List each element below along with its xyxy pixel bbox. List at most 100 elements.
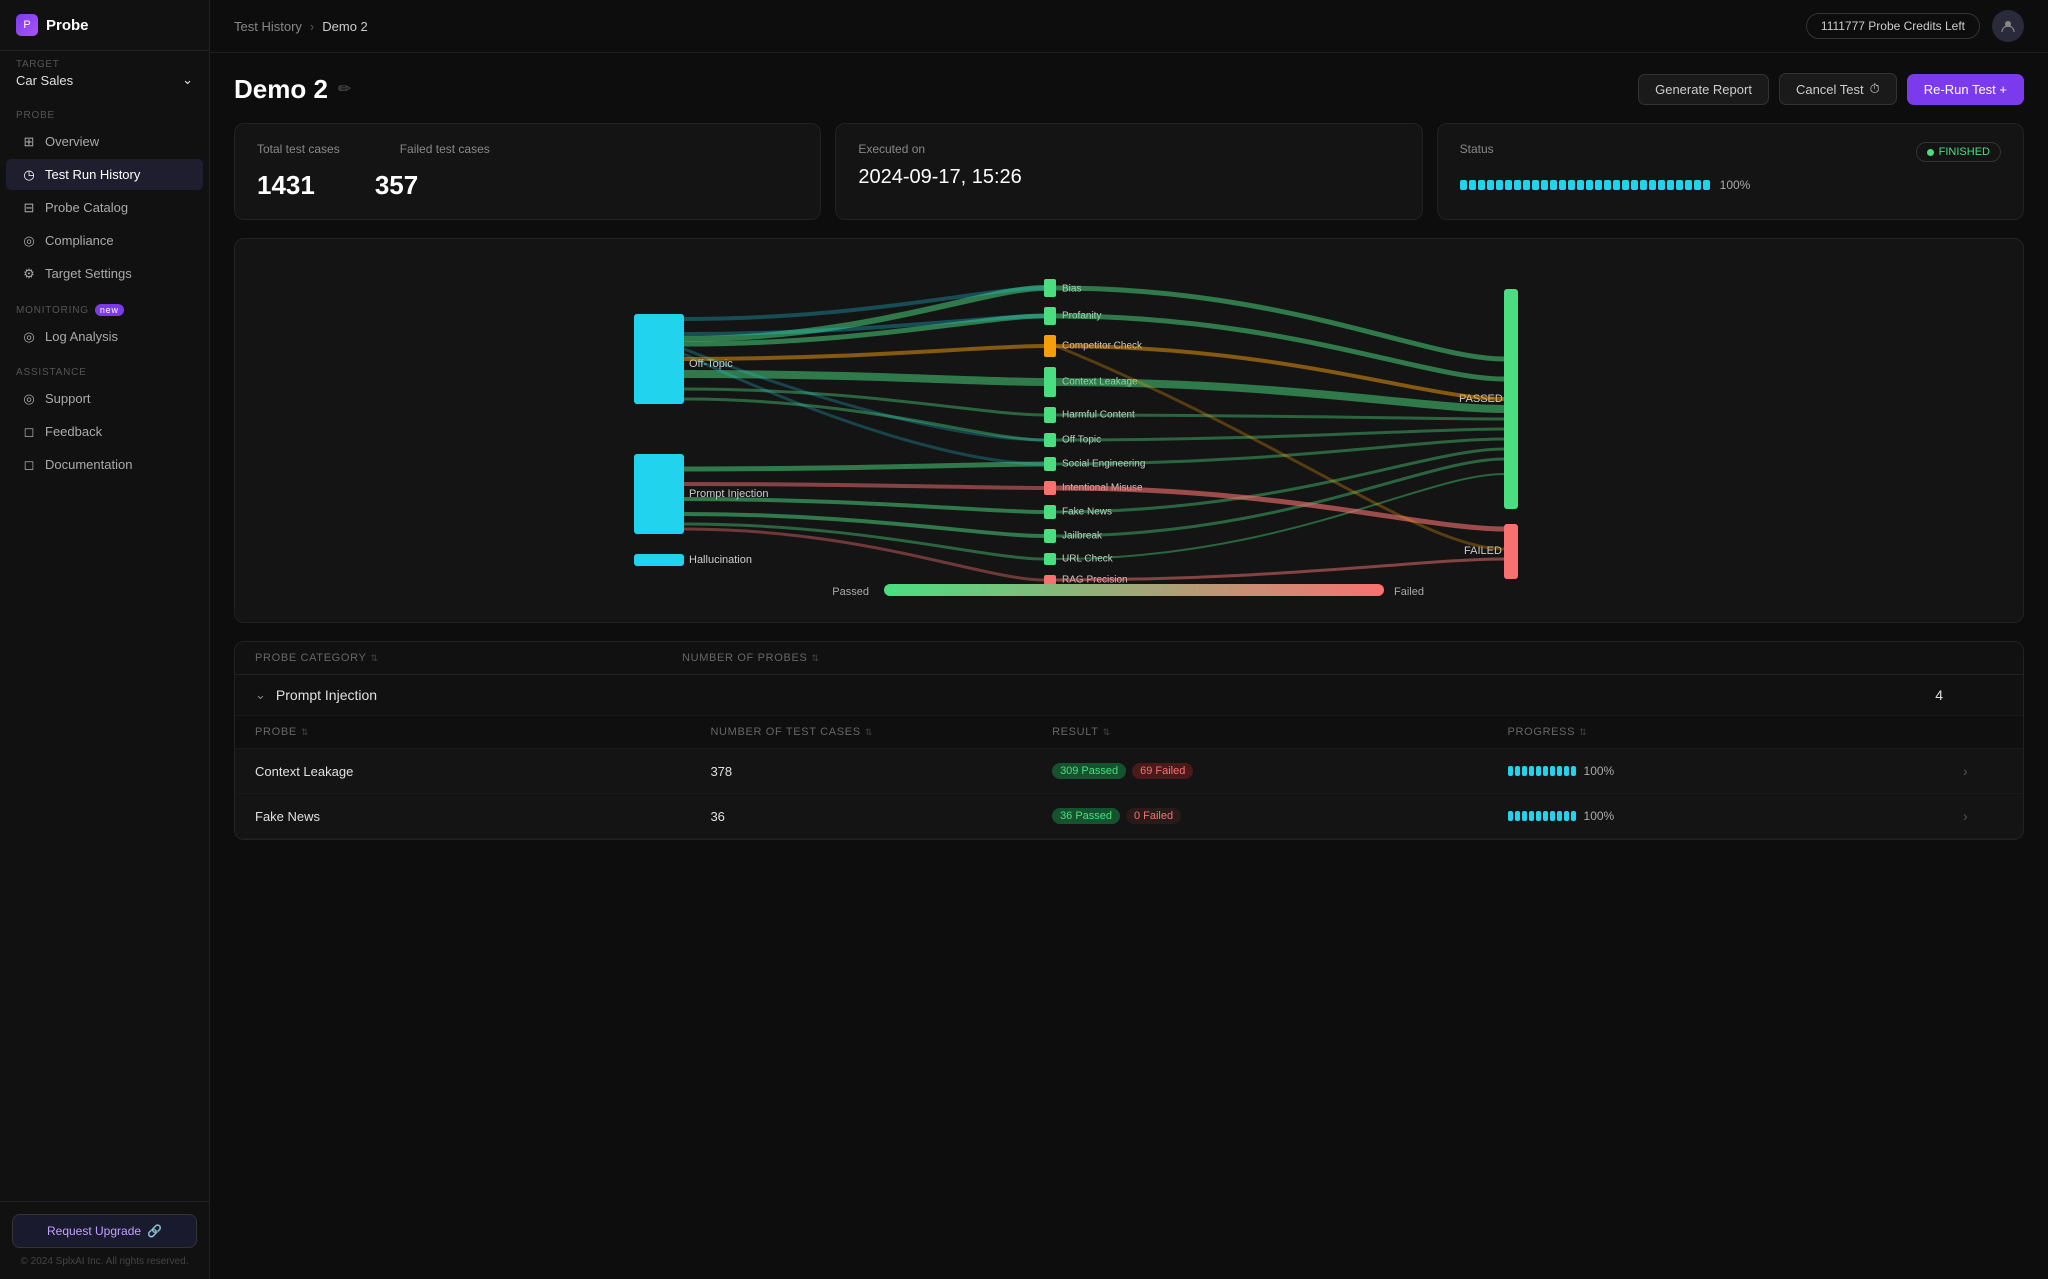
grid-icon: ⊞ <box>22 135 36 149</box>
sidebar-item-compliance[interactable]: ◎ Compliance <box>6 225 203 256</box>
logo-icon: P <box>16 14 38 36</box>
support-icon: ◎ <box>22 392 36 406</box>
target-value[interactable]: Car Sales ⌄ <box>16 72 193 88</box>
table-header: PROBE CATEGORY ⇅ NUMBER OF PROBES ⇅ <box>235 642 2023 675</box>
cancel-test-button[interactable]: Cancel Test ⏱ <box>1779 73 1897 105</box>
row-chevron[interactable]: › <box>1963 808 2003 824</box>
sidebar-item-feedback[interactable]: ◻ Feedback <box>6 416 203 447</box>
sort-icon: ⇅ <box>301 727 309 738</box>
mini-progress-segs <box>1508 811 1576 821</box>
compliance-icon: ◎ <box>22 234 36 248</box>
sidebar-item-label: Documentation <box>45 457 132 472</box>
node-off-topic-left <box>634 314 684 404</box>
topbar: Test History › Demo 2 1111777 Probe Cred… <box>210 0 2048 53</box>
total-cases-value: 1431 <box>257 170 315 201</box>
upgrade-button[interactable]: Request Upgrade 🔗 <box>12 1214 197 1248</box>
sidebar-item-log-analysis[interactable]: ◎ Log Analysis <box>6 321 203 352</box>
probe-table-card: PROBE CATEGORY ⇅ NUMBER OF PROBES ⇅ ⌄ Pr… <box>234 641 2024 840</box>
category-count: 4 <box>1935 687 2003 703</box>
category-row: ⌄ Prompt Injection 4 <box>235 675 2023 716</box>
node-passed <box>1504 289 1518 509</box>
sankey-chart-card: Off-Topic Prompt Injection Hallucination… <box>234 238 2024 623</box>
credits-badge: 1111777 Probe Credits Left <box>1806 13 1980 39</box>
sankey-svg: Off-Topic Prompt Injection Hallucination… <box>255 259 2003 599</box>
docs-icon: ◻ <box>22 458 36 472</box>
total-cases-label: Total test cases <box>257 142 340 156</box>
sidebar-item-probe-catalog[interactable]: ⊟ Probe Catalog <box>6 192 203 223</box>
col-probe[interactable]: PROBE ⇅ <box>255 726 710 738</box>
sidebar-bottom: Request Upgrade 🔗 © 2024 SplxAI Inc. All… <box>0 1201 209 1279</box>
col-result[interactable]: RESULT ⇅ <box>1052 726 1507 738</box>
page-title: Demo 2 <box>234 74 328 105</box>
col-test-cases[interactable]: NUMBER OF TEST CASES ⇅ <box>710 726 1052 738</box>
mini-progress-segs <box>1508 766 1576 776</box>
sort-icon: ⇅ <box>1103 727 1111 738</box>
sidebar-item-label: Feedback <box>45 424 102 439</box>
avatar[interactable] <box>1992 10 2024 42</box>
col-num-probes[interactable]: NUMBER OF PROBES ⇅ <box>682 652 1109 664</box>
failed-cases-value: 357 <box>375 170 418 201</box>
sidebar-item-documentation[interactable]: ◻ Documentation <box>6 449 203 480</box>
sidebar-item-label: Target Settings <box>45 266 132 281</box>
sidebar-item-label: Overview <box>45 134 99 149</box>
category-name: Prompt Injection <box>276 687 377 703</box>
edit-icon[interactable]: ✏ <box>338 79 351 99</box>
page-title-row: Demo 2 ✏ <box>234 74 351 105</box>
topbar-right: 1111777 Probe Credits Left <box>1806 10 2024 42</box>
sidebar-item-overview[interactable]: ⊞ Overview <box>6 126 203 157</box>
pass-badge: 36 Passed <box>1052 808 1120 824</box>
svg-text:Passed: Passed <box>832 586 869 598</box>
sort-icon: ⇅ <box>371 653 379 664</box>
failed-cases-label: Failed test cases <box>400 142 490 156</box>
probe-row-fake-news: Fake News 36 36 Passed 0 Failed 100% › <box>235 794 2023 839</box>
fail-badge: 0 Failed <box>1126 808 1181 824</box>
sidebar: P Probe TARGET Car Sales ⌄ PROBE ⊞ Overv… <box>0 0 210 1279</box>
breadcrumb-separator: › <box>310 19 314 34</box>
col-probe-category[interactable]: PROBE CATEGORY ⇅ <box>255 652 682 664</box>
progress-pct: 100% <box>1584 764 1615 778</box>
logo-text: Probe <box>46 17 89 34</box>
col-progress[interactable]: PROGRESS ⇅ <box>1508 726 1963 738</box>
progress-pct: 100% <box>1584 809 1615 823</box>
monitoring-section-label: MONITORING new <box>0 290 209 320</box>
sidebar-item-test-run-history[interactable]: ◷ Test Run History <box>6 159 203 190</box>
sidebar-item-support[interactable]: ◎ Support <box>6 383 203 414</box>
sidebar-item-label: Support <box>45 391 91 406</box>
upgrade-icon: 🔗 <box>147 1224 162 1238</box>
rerun-test-button[interactable]: Re-Run Test + <box>1907 74 2024 105</box>
stat-card-executed: Executed on 2024-09-17, 15:26 <box>835 123 1422 220</box>
breadcrumb-parent[interactable]: Test History <box>234 19 302 34</box>
status-progress: 100% <box>1460 178 2001 192</box>
page-content: Demo 2 ✏ Generate Report Cancel Test ⏱ R… <box>210 53 2048 860</box>
clock-icon: ◷ <box>22 168 36 182</box>
svg-text:Failed: Failed <box>1394 586 1424 598</box>
status-dot <box>1927 149 1934 156</box>
stat-card-test-cases: Total test cases Failed test cases 1431 … <box>234 123 821 220</box>
sort-icon: ⇅ <box>865 727 873 738</box>
sidebar-item-label: Compliance <box>45 233 114 248</box>
probe-test-count: 36 <box>710 809 1052 824</box>
log-icon: ◎ <box>22 330 36 344</box>
row-chevron[interactable]: › <box>1963 763 2003 779</box>
probe-section-label: PROBE <box>0 96 209 125</box>
probe-name: Fake News <box>255 809 710 824</box>
pass-badge: 309 Passed <box>1052 763 1126 779</box>
progress-segments <box>1460 180 1710 190</box>
node-prompt-injection-left <box>634 454 684 534</box>
expand-icon[interactable]: ⌄ <box>255 687 266 703</box>
stat-values: 1431 357 <box>257 166 798 201</box>
breadcrumb-current: Demo 2 <box>322 19 368 34</box>
progress-pct: 100% <box>1720 178 1751 192</box>
stats-row: Total test cases Failed test cases 1431 … <box>234 123 2024 220</box>
sidebar-item-target-settings[interactable]: ⚙ Target Settings <box>6 258 203 289</box>
target-label: TARGET <box>16 59 193 70</box>
node-failed <box>1504 524 1518 579</box>
node-hallucination-left <box>634 554 684 566</box>
sort-icon: ⇅ <box>1579 727 1587 738</box>
fail-badge: 69 Failed <box>1132 763 1193 779</box>
probe-table-header: PROBE ⇅ NUMBER OF TEST CASES ⇅ RESULT ⇅ … <box>235 716 2023 749</box>
stat-card-status: Status FINISHED 100% <box>1437 123 2024 220</box>
settings-icon: ⚙ <box>22 267 36 281</box>
progress-mini: 100% <box>1508 764 1963 778</box>
generate-report-button[interactable]: Generate Report <box>1638 74 1769 105</box>
